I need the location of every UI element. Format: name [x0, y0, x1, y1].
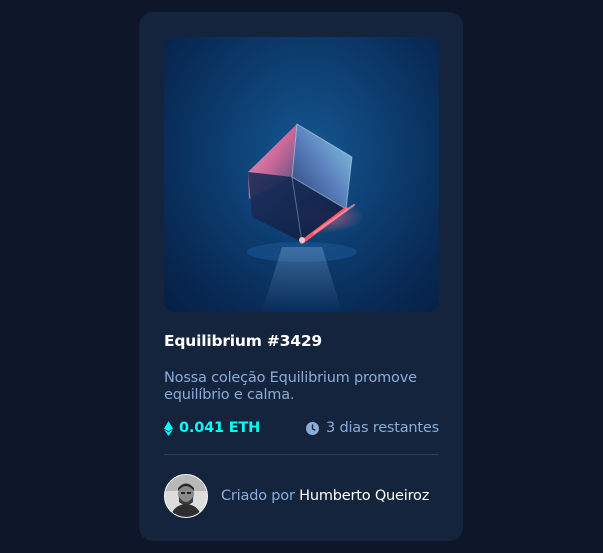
creator-name-link[interactable]: Humberto Queiroz [299, 488, 429, 504]
nft-stats: 0.041 ETH 3 dias restantes [164, 418, 439, 438]
price: 0.041 ETH [164, 420, 260, 436]
nft-image[interactable] [164, 37, 439, 312]
ethereum-icon [164, 420, 173, 436]
nft-card: Equilibrium #3429 Nossa coleção Equilibr… [139, 12, 463, 541]
nft-description: Nossa coleção Equilibrium promove equilí… [164, 370, 417, 403]
creator-text: Criado por Humberto Queiroz [221, 488, 429, 504]
creator-info: Criado por Humberto Queiroz [164, 473, 439, 519]
crystal-cube-illustration [247, 123, 364, 312]
nft-title[interactable]: Equilibrium #3429 [164, 332, 439, 352]
price-value: 0.041 ETH [179, 420, 261, 436]
avatar [164, 474, 208, 518]
time-remaining: 3 dias restantes [306, 420, 439, 436]
creator-prefix: Criado por [221, 488, 295, 504]
clock-icon [306, 421, 320, 435]
time-remaining-text: 3 dias restantes [326, 420, 439, 436]
avatar-photo [165, 475, 207, 517]
divider [164, 454, 439, 455]
